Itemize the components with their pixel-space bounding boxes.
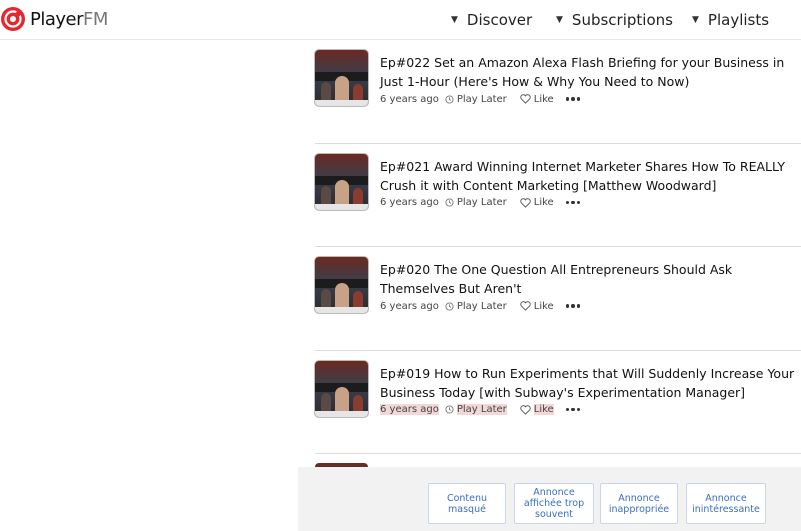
dropdown-triangle-icon: ▼ (556, 14, 563, 25)
nav-discover[interactable]: ▼ Discover (451, 0, 532, 39)
play-later-button[interactable]: Play Later (445, 404, 507, 415)
episode-title[interactable]: Ep#021 Award Winning Internet Marketer S… (380, 157, 801, 195)
episode-title[interactable]: Ep#020 The One Question All Entrepreneur… (380, 260, 801, 298)
episode-item: Ep#021 Award Winning Internet Marketer S… (315, 144, 801, 247)
episode-thumbnail[interactable] (315, 257, 368, 313)
clock-icon (445, 405, 454, 414)
ad-feedback-panel: Contenu masqué Annonce affichée trop sou… (298, 467, 801, 531)
episode-title[interactable]: Ep#022 Set an Amazon Alexa Flash Briefin… (380, 53, 801, 91)
play-later-button[interactable]: Play Later (445, 301, 507, 312)
episode-age: 6 years ago (380, 404, 439, 415)
episode-list: Ep#022 Set an Amazon Alexa Flash Briefin… (315, 40, 801, 454)
nav-discover-label: Discover (466, 10, 533, 29)
more-options-icon[interactable] (565, 97, 581, 101)
like-label: Like (533, 93, 554, 105)
player-fm-logo-icon (1, 7, 25, 31)
episode-item: Ep#022 Set an Amazon Alexa Flash Briefin… (315, 40, 801, 144)
ad-feedback-inappropriate-button[interactable]: Annonce inappropriée (600, 483, 678, 524)
episode-age: 6 years ago (380, 300, 439, 312)
episode-item: Ep#020 The One Question All Entrepreneur… (315, 247, 801, 351)
nav-playlists[interactable]: ▼ Playlists (692, 0, 769, 39)
ad-feedback-shown-too-often-button[interactable]: Annonce affichée trop souvent (514, 483, 594, 524)
clock-icon (445, 94, 454, 104)
like-button[interactable]: Like (520, 404, 554, 415)
top-header: PlayerFM ▼ Discover ▼ Subscriptions ▼ Pl… (0, 0, 801, 40)
ad-feedback-uninteresting-button[interactable]: Annonce inintéressante (686, 483, 766, 524)
like-label: Like (533, 300, 554, 312)
like-button[interactable]: Like (520, 197, 554, 208)
clock-icon (445, 198, 454, 207)
episode-meta: 6 years ago Play Later Like (380, 299, 581, 313)
episode-age: 6 years ago (380, 93, 439, 105)
episode-thumbnail[interactable] (315, 50, 368, 106)
ad-feedback-content-hidden-button[interactable]: Contenu masqué (428, 483, 506, 524)
more-options-icon[interactable] (565, 304, 581, 308)
nav-playlists-label: Playlists (707, 10, 770, 29)
like-button[interactable]: Like (520, 94, 554, 105)
play-later-label: Play Later (456, 197, 507, 208)
logo-text: PlayerFM (30, 8, 108, 30)
episode-meta: 6 years ago Play Later Like (380, 403, 581, 417)
play-later-button[interactable]: Play Later (445, 94, 507, 105)
dropdown-triangle-icon: ▼ (451, 14, 458, 25)
player-fm-logo[interactable]: PlayerFM (0, 4, 108, 34)
episode-title[interactable]: Ep#019 How to Run Experiments that Will … (380, 364, 801, 402)
episode-meta: 6 years ago Play Later Like (380, 196, 581, 210)
episode-thumbnail[interactable] (315, 360, 368, 417)
play-later-label: Play Later (456, 404, 507, 415)
clock-icon (445, 301, 454, 311)
more-options-icon[interactable] (565, 200, 581, 205)
play-later-label: Play Later (456, 300, 507, 312)
like-label: Like (533, 404, 554, 415)
nav-subscriptions[interactable]: ▼ Subscriptions (556, 0, 673, 39)
heart-icon (520, 197, 531, 208)
like-button[interactable]: Like (520, 301, 554, 312)
heart-icon (520, 301, 531, 311)
heart-icon (520, 94, 531, 104)
nav-subscriptions-label: Subscriptions (571, 10, 673, 29)
episode-thumbnail[interactable] (315, 153, 368, 210)
play-later-label: Play Later (456, 93, 507, 105)
episode-item: Ep#019 How to Run Experiments that Will … (315, 351, 801, 454)
episode-meta: 6 years ago Play Later Like (380, 92, 581, 106)
dropdown-triangle-icon: ▼ (692, 14, 699, 25)
heart-icon (520, 404, 531, 415)
episode-age: 6 years ago (380, 197, 439, 208)
play-later-button[interactable]: Play Later (445, 197, 507, 208)
like-label: Like (533, 197, 554, 208)
more-options-icon[interactable] (565, 407, 581, 412)
